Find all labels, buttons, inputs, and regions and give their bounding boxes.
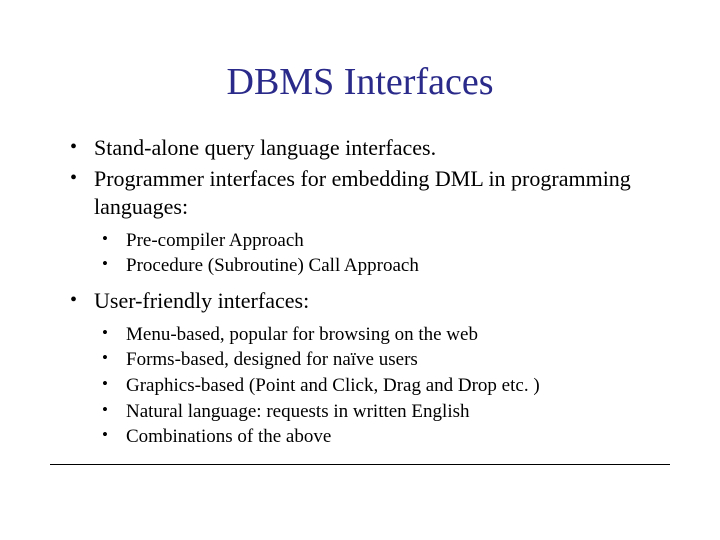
list-item: Natural language: requests in written En… — [102, 399, 670, 425]
list-item: Combinations of the above — [102, 424, 670, 450]
list-item: Forms-based, designed for naïve users — [102, 347, 670, 373]
sub-bullet-list: Pre-compiler Approach Procedure (Subrout… — [50, 228, 670, 279]
list-item: Graphics-based (Point and Click, Drag an… — [102, 373, 670, 399]
main-bullet-list: User-friendly interfaces: — [50, 287, 670, 316]
list-item: Procedure (Subroutine) Call Approach — [102, 253, 670, 279]
slide-title: DBMS Interfaces — [50, 60, 670, 104]
horizontal-rule — [50, 464, 670, 465]
list-item: Pre-compiler Approach — [102, 228, 670, 254]
list-item: User-friendly interfaces: — [70, 287, 670, 316]
sub-bullet-list: Menu-based, popular for browsing on the … — [50, 322, 670, 450]
main-bullet-list: Stand-alone query language interfaces. P… — [50, 134, 670, 222]
list-item: Programmer interfaces for embedding DML … — [70, 165, 670, 222]
list-item: Menu-based, popular for browsing on the … — [102, 322, 670, 348]
list-item: Stand-alone query language interfaces. — [70, 134, 670, 163]
